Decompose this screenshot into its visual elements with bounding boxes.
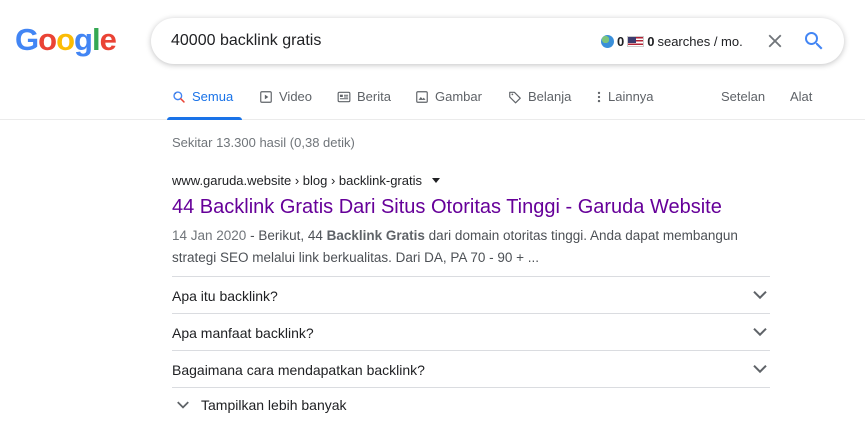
news-icon — [337, 91, 351, 102]
result-stats: Sekitar 13.300 hasil (0,38 detik) — [172, 135, 355, 150]
result-breadcrumb[interactable]: www.garuda.website › blog › backlink-gra… — [172, 173, 440, 188]
search-icon — [805, 32, 823, 50]
snippet-text: - Berikut, 44 — [246, 228, 327, 243]
tools-link[interactable]: Alat — [790, 89, 812, 104]
chevron-down-icon — [753, 364, 767, 374]
tab-video[interactable]: Video — [259, 89, 312, 104]
global-search-count: 0 — [617, 34, 625, 49]
us-search-count: 0 — [647, 34, 655, 49]
active-tab-indicator — [167, 117, 242, 120]
faq-item[interactable]: Bagaimana cara mendapatkan backlink? — [172, 350, 770, 387]
logo-letter: o — [56, 22, 75, 57]
tools-label: Alat — [790, 89, 813, 104]
globe-icon — [601, 35, 614, 48]
us-flag-icon — [627, 36, 645, 47]
searches-per-month-label: searches / mo. — [657, 34, 743, 49]
faq-question: Bagaimana cara mendapatkan backlink? — [172, 362, 425, 378]
logo-letter: e — [99, 22, 117, 57]
search-box: 0 0 searches / mo. — [151, 18, 844, 64]
faq-item[interactable]: Apa itu backlink? — [172, 276, 770, 313]
faq-question: Apa manfaat backlink? — [172, 325, 314, 341]
more-vert-icon — [597, 91, 601, 102]
faq-question: Apa itu backlink? — [172, 288, 278, 304]
tab-label: Video — [279, 89, 313, 104]
faq-item[interactable]: Apa manfaat backlink? — [172, 313, 770, 350]
tag-icon — [509, 91, 521, 103]
logo-letter: l — [91, 22, 101, 57]
chevron-down-icon — [753, 327, 767, 337]
tab-label: Semua — [192, 89, 234, 104]
clear-search-button[interactable] — [764, 30, 786, 52]
chevron-down-icon — [177, 401, 189, 409]
show-more-label: Tampilkan lebih banyak — [201, 397, 347, 413]
faq-divider — [172, 387, 770, 388]
tab-label: Berita — [357, 89, 391, 104]
tab-label: Belanja — [528, 89, 572, 104]
tab-news[interactable]: Berita — [337, 89, 391, 104]
video-icon — [260, 90, 272, 103]
google-logo[interactable]: Google — [15, 22, 117, 57]
tab-label: Gambar — [435, 89, 482, 104]
tab-label: Lainnya — [608, 89, 654, 104]
image-icon — [416, 90, 428, 103]
result-url-text: www.garuda.website › blog › backlink-gra… — [172, 173, 422, 188]
tab-more[interactable]: Lainnya — [596, 89, 654, 104]
settings-label: Setelan — [721, 89, 766, 104]
result-snippet: 14 Jan 2020 - Berikut, 44 Backlink Grati… — [172, 225, 772, 269]
search-tabs: Semua Video Berita Gambar Belanja Lainny… — [0, 76, 865, 120]
tab-shopping[interactable]: Belanja — [508, 89, 571, 104]
search-input[interactable] — [171, 18, 591, 64]
chevron-down-icon — [753, 290, 767, 300]
dropdown-arrow-icon[interactable] — [432, 178, 440, 183]
keyword-volume-widget: 0 0 searches / mo. — [601, 34, 743, 49]
search-icon — [173, 90, 185, 103]
snippet-highlight: Backlink Gratis — [326, 228, 425, 243]
settings-link[interactable]: Setelan — [721, 89, 765, 104]
logo-letter: o — [38, 22, 57, 57]
result-title-link[interactable]: 44 Backlink Gratis Dari Situs Otoritas T… — [172, 196, 722, 219]
logo-letter: G — [15, 22, 39, 57]
logo-letter: g — [74, 22, 93, 57]
close-icon — [768, 34, 782, 48]
tab-images[interactable]: Gambar — [415, 89, 482, 104]
show-more-button[interactable]: Tampilkan lebih banyak — [176, 397, 347, 413]
result-date: 14 Jan 2020 — [172, 228, 247, 243]
search-button[interactable] — [802, 29, 826, 53]
tab-all[interactable]: Semua — [172, 89, 233, 104]
